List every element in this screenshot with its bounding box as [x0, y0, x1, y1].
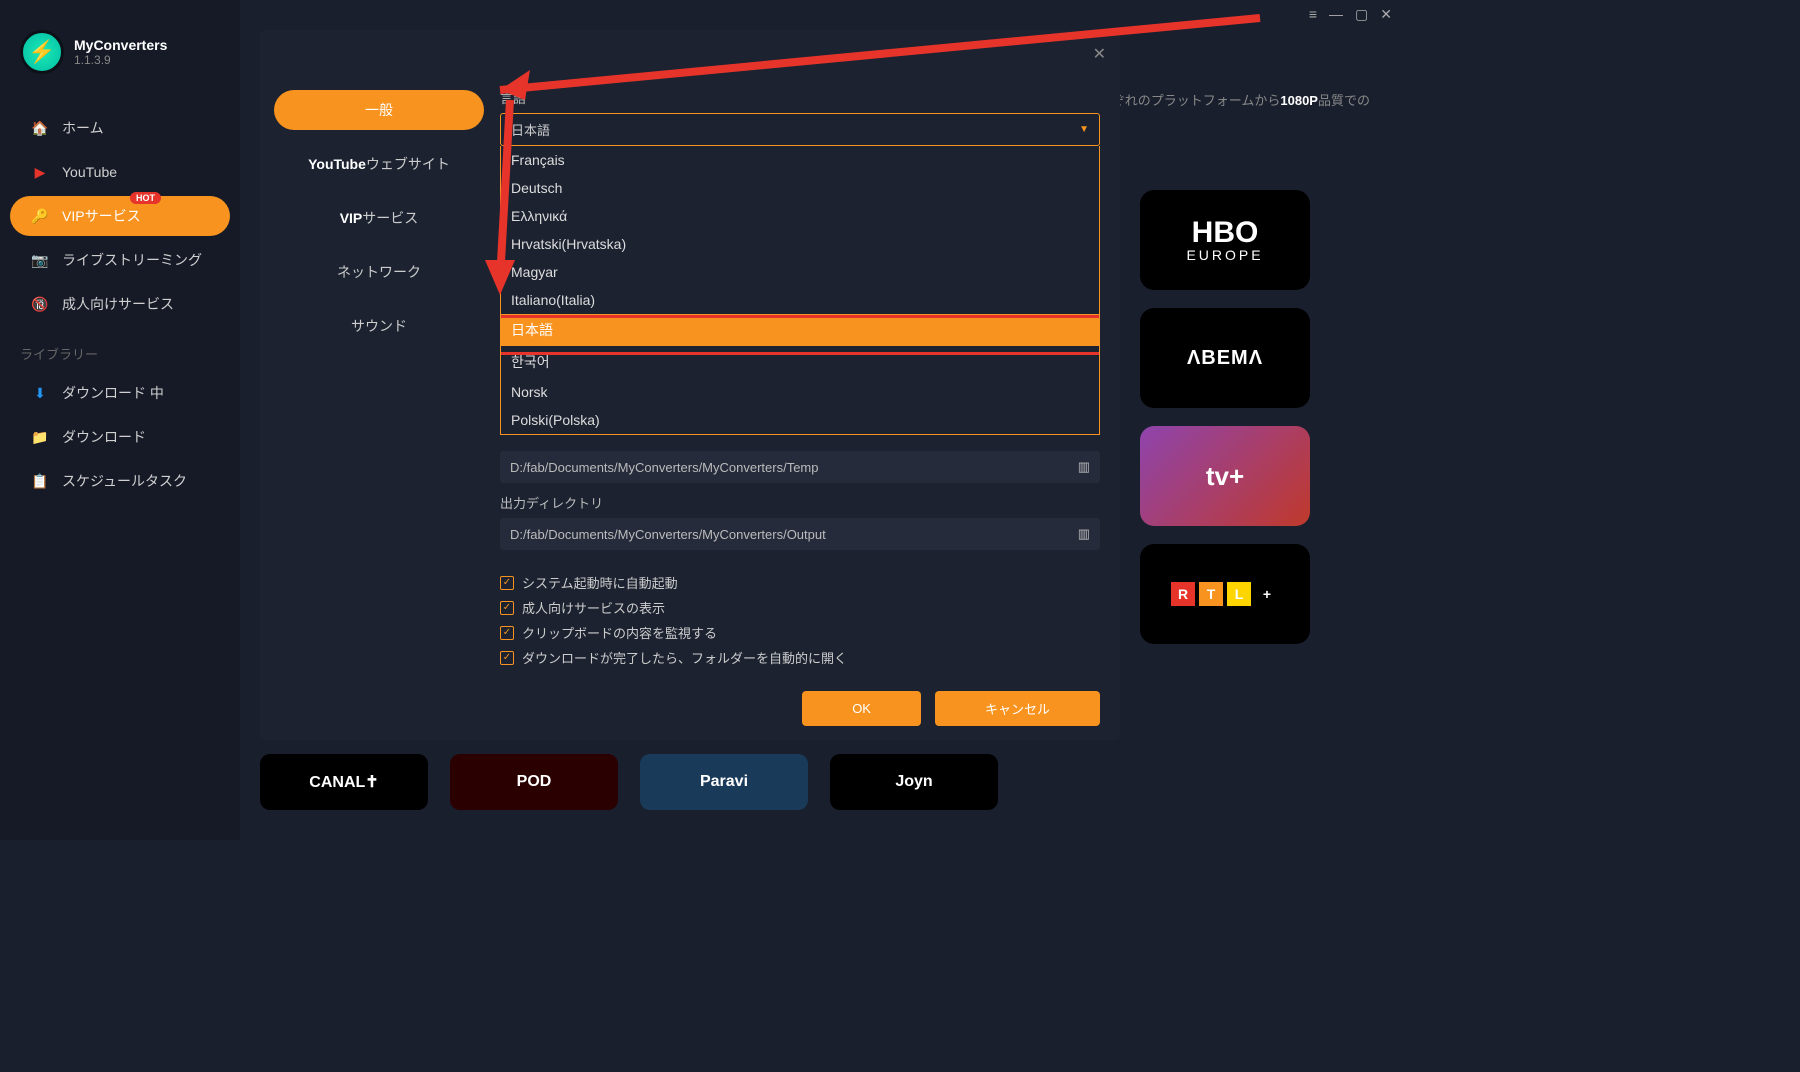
sidebar-item-1[interactable]: ▶YouTube [10, 152, 230, 192]
chevron-down-icon: ▼ [1079, 124, 1089, 135]
checkbox-icon: ✓ [500, 651, 514, 665]
folder-icon[interactable]: ▥ [1078, 526, 1090, 542]
lang-option[interactable]: Norsk [501, 378, 1099, 406]
lang-option[interactable]: Hrvatski(Hrvatska) [501, 230, 1099, 258]
settings-tab-0[interactable]: 一般 [274, 90, 484, 130]
app-logo: ⚡ MyConverters 1.1.3.9 [0, 30, 240, 104]
sidebar-item-2[interactable]: 🔑VIPサービスHOT [10, 196, 230, 236]
language-dropdown: FrançaisDeutschΕλληνικάHrvatski(Hrvatska… [500, 146, 1100, 435]
nav-icon: ⬇ [30, 383, 50, 403]
nav-icon: ▶ [30, 162, 50, 182]
checkbox-option-2[interactable]: ✓クリップボードの内容を監視する [500, 620, 1100, 645]
cancel-button[interactable]: キャンセル [935, 691, 1100, 726]
lightning-icon: ⚡ [20, 30, 64, 74]
sidebar-item-3[interactable]: 📷ライブストリーミング [10, 240, 230, 280]
temp-dir-input[interactable]: D:/fab/Documents/MyConverters/MyConverte… [500, 451, 1100, 483]
service-tile[interactable]: CANAL✝ [260, 754, 428, 810]
library-item-1[interactable]: 📁ダウンロード [10, 417, 230, 457]
library-label: ライブラリー [0, 328, 240, 369]
app-version: 1.1.3.9 [74, 53, 167, 67]
checkbox-icon: ✓ [500, 576, 514, 590]
app-name: MyConverters [74, 37, 167, 53]
language-label: 言語 [500, 88, 1100, 107]
checkbox-icon: ✓ [500, 601, 514, 615]
service-tile[interactable]: Paravi [640, 754, 808, 810]
service-tile[interactable]: POD [450, 754, 618, 810]
checkbox-icon: ✓ [500, 626, 514, 640]
language-select[interactable]: 日本語 ▼ [500, 113, 1100, 146]
folder-icon[interactable]: ▥ [1078, 459, 1090, 475]
settings-modal: ✕ 一般 YouTubeウェブサイト VIPサービスネットワークサウンド 言語 日本… [260, 30, 1120, 740]
modal-close-icon[interactable]: ✕ [1093, 44, 1106, 64]
nav-icon: 🔑 [30, 206, 50, 226]
checkbox-option-1[interactable]: ✓成人向けサービスの表示 [500, 595, 1100, 620]
settings-tab-2[interactable]: VIPサービス [274, 198, 484, 238]
tile-rtl-plus[interactable]: RTL+ [1140, 544, 1310, 644]
checkbox-option-3[interactable]: ✓ダウンロードが完了したら、フォルダーを自動的に開く [500, 645, 1100, 670]
lang-option[interactable]: Ελληνικά [501, 202, 1099, 230]
settings-tab-3[interactable]: ネットワーク [274, 252, 484, 292]
sidebar-item-0[interactable]: 🏠ホーム [10, 108, 230, 148]
lang-option[interactable]: 日本語 [501, 314, 1099, 346]
lang-option[interactable]: Italiano(Italia) [501, 286, 1099, 314]
lang-option[interactable]: Magyar [501, 258, 1099, 286]
sidebar-item-4[interactable]: 🔞成人向けサービス [10, 284, 230, 324]
tile-abema[interactable]: ΛBEMΛ [1140, 308, 1310, 408]
nav-icon: 📷 [30, 250, 50, 270]
output-dir-input[interactable]: D:/fab/Documents/MyConverters/MyConverte… [500, 518, 1100, 550]
tile-hbo-europe[interactable]: HBO EUROPE [1140, 190, 1310, 290]
nav-icon: 📋 [30, 471, 50, 491]
tile-appletv[interactable]: tv+ [1140, 426, 1310, 526]
nav-icon: 📁 [30, 427, 50, 447]
library-item-0[interactable]: ⬇ダウンロード 中 [10, 373, 230, 413]
lang-option[interactable]: 한국어 [501, 346, 1099, 378]
settings-tab-1[interactable]: YouTubeウェブサイト [274, 144, 484, 184]
nav-icon: 🔞 [30, 294, 50, 314]
bg-description: ぞれのプラットフォームから1080P品質での [1112, 90, 1370, 109]
lang-option[interactable]: Polski(Polska) [501, 406, 1099, 434]
hot-badge: HOT [130, 192, 161, 204]
nav-icon: 🏠 [30, 118, 50, 138]
library-item-2[interactable]: 📋スケジュールタスク [10, 461, 230, 501]
ok-button[interactable]: OK [802, 691, 921, 726]
settings-tab-4[interactable]: サウンド [274, 306, 484, 346]
lang-option[interactable]: Français [501, 146, 1099, 174]
lang-option[interactable]: Deutsch [501, 174, 1099, 202]
service-tile[interactable]: Joyn [830, 754, 998, 810]
checkbox-option-0[interactable]: ✓システム起動時に自動起動 [500, 570, 1100, 595]
output-dir-label: 出力ディレクトリ [500, 493, 1100, 512]
